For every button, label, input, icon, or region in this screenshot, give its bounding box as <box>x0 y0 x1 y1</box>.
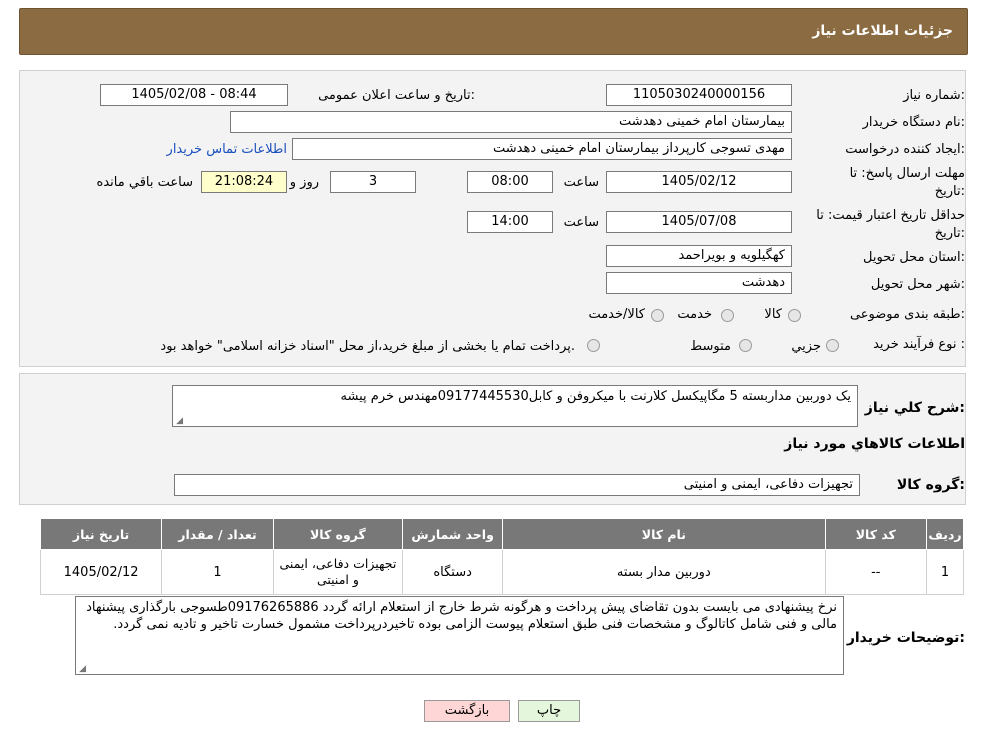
back-button[interactable]: بازگشت <box>424 700 510 722</box>
buyer-org-field: بیمارستان امام خمینی دهدشت <box>230 111 792 133</box>
cell-quantity: 1 <box>161 549 274 595</box>
category-goods-label: کالا <box>764 307 782 322</box>
process-medium-label: متوسط <box>690 339 731 354</box>
resize-handle-icon[interactable]: ◢ <box>78 665 86 674</box>
cell-code: -- <box>824 549 928 595</box>
category-service-radio[interactable] <box>721 309 734 322</box>
days-label: روز و <box>289 175 319 190</box>
cell-need-date: 1405/02/12 <box>39 549 163 595</box>
category-goods-radio[interactable] <box>788 309 801 322</box>
table-header-row: ردیف کد کالا نام کالا واحد شمارش گروه کا… <box>39 518 964 550</box>
buyer-org-label: نام دستگاه خریدار: <box>862 115 965 130</box>
col-group: گروه کالا <box>272 518 404 550</box>
print-button[interactable]: چاپ <box>518 700 580 722</box>
treasury-note: پرداخت تمام یا بخشی از مبلغ خرید،از محل … <box>160 339 575 354</box>
remaining-time-field: 21:08:24 <box>201 171 287 193</box>
need-number-field: 1105030240000156 <box>606 84 792 106</box>
table-row[interactable]: 1 -- دوربین مدار بسته دستگاه تجهیزات دفا… <box>39 549 964 595</box>
deadline-label-line2: تاریخ: <box>934 184 965 199</box>
remaining-days-field: 3 <box>330 171 416 193</box>
price-validity-label-line2: تاریخ: <box>934 226 965 241</box>
deadline-time-label: ساعت <box>563 175 599 190</box>
col-need-date: تاریخ نیاز <box>39 518 163 550</box>
buyer-notes-label: توضیحات خریدار: <box>846 630 965 646</box>
category-label: طبقه بندی موضوعی: <box>849 307 965 322</box>
buyer-notes-text: نرخ پیشنهادی می بایست بدون تقاضای پیش پر… <box>86 600 837 632</box>
process-minor-label: جزیي <box>791 339 821 354</box>
summary-text: یک دوربین مداربسته 5 مگاپیکسل کلارنت با … <box>340 389 851 404</box>
announce-date-field: 1405/02/08 - 08:44 <box>100 84 288 106</box>
remaining-time-label: ساعت باقي مانده <box>96 175 193 190</box>
page-header: جزئیات اطلاعات نیاز <box>19 8 968 55</box>
validity-date-field: 1405/07/08 <box>606 211 792 233</box>
price-validity-label: حداقل تاریخ اعتبار قیمت: تا <box>816 208 965 223</box>
validity-time-field: 14:00 <box>467 211 553 233</box>
cell-row: 1 <box>926 549 964 595</box>
deadline-date-field: 1405/02/12 <box>606 171 792 193</box>
category-service-label: خدمت <box>677 307 712 322</box>
buyer-notes-textarea: نرخ پیشنهادی می بایست بدون تقاضای پیش پر… <box>75 596 844 675</box>
validity-time-label: ساعت <box>563 215 599 230</box>
cell-unit: دستگاه <box>402 549 504 595</box>
summary-textarea: یک دوربین مداربسته 5 مگاپیکسل کلارنت با … <box>172 385 858 427</box>
col-row: ردیف <box>926 518 964 550</box>
province-field: کهگیلویه و بویراحمد <box>606 245 792 267</box>
need-number-label: شماره نیاز: <box>903 88 965 103</box>
cell-group: تجهیزات دفاعی، ایمنی و امنیتی <box>272 549 404 595</box>
goods-group-label: گروه کالا: <box>896 477 965 493</box>
city-field: دهدشت <box>606 272 792 294</box>
col-name: نام کالا <box>502 518 826 550</box>
category-goods-service-label: کالا/خدمت <box>588 307 645 322</box>
goods-info-title: اطلاعات کالاهاي مورد نياز <box>784 436 965 452</box>
buyer-contact-link[interactable]: اطلاعات تماس خریدار <box>167 142 287 157</box>
process-type-label: نوع فرآیند خرید : <box>873 337 965 352</box>
deadline-time-field: 08:00 <box>467 171 553 193</box>
category-goods-service-radio[interactable] <box>651 309 664 322</box>
goods-group-field: تجهیزات دفاعی، ایمنی و امنیتی <box>174 474 860 496</box>
col-unit: واحد شمارش <box>402 518 504 550</box>
city-label: شهر محل تحویل: <box>870 277 965 292</box>
col-quantity: تعداد / مقدار <box>161 518 274 550</box>
col-code: کد کالا <box>824 518 928 550</box>
requester-label: ایجاد کننده درخواست: <box>845 142 965 157</box>
process-minor-radio[interactable] <box>826 339 839 352</box>
summary-label: شرح کلي نياز: <box>864 400 965 416</box>
page-title: جزئیات اطلاعات نیاز <box>812 23 953 39</box>
process-medium-radio[interactable] <box>739 339 752 352</box>
treasury-checkbox[interactable] <box>587 339 600 352</box>
announce-date-label: تاریخ و ساعت اعلان عمومی: <box>318 88 475 103</box>
resize-handle-icon[interactable]: ◢ <box>175 417 183 426</box>
items-table: ردیف کد کالا نام کالا واحد شمارش گروه کا… <box>39 518 964 595</box>
deadline-label: مهلت ارسال پاسخ: تا <box>849 166 965 181</box>
requester-field: مهدی تسوجی کارپرداز بیمارستان امام خمینی… <box>292 138 792 160</box>
province-label: استان محل تحویل: <box>863 250 965 265</box>
cell-name: دوربین مدار بسته <box>502 549 826 595</box>
